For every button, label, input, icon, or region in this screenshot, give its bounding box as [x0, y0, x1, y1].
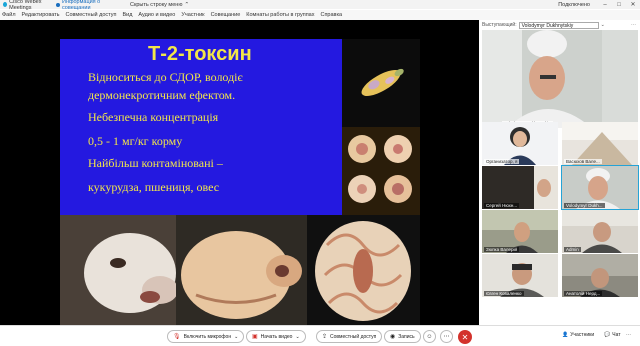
slide-title: Т-2-токсин: [148, 43, 252, 65]
pig-lesion-photo: [176, 215, 307, 328]
mic-muted-icon: 🎙: [173, 334, 181, 340]
start-video-label: Начать видео: [260, 333, 293, 340]
more-icon: ⋯: [443, 334, 450, 340]
meeting-info-label: Информация о совещании: [61, 0, 101, 11]
more-options-button[interactable]: ⋯: [440, 330, 453, 343]
info-icon: [56, 2, 60, 7]
participant-tile[interactable]: Сергей Нюхн...: [482, 166, 558, 209]
slide-line: 0,5 - 1 мг/кг корму: [88, 134, 183, 148]
app-name: Cisco Webex Meetings: [9, 0, 42, 11]
record-label: Запись: [398, 333, 415, 340]
presentation-slide: Т-2-токсин Відноситься до СДОР, володіє …: [60, 39, 420, 328]
participant-name: Васюхов Вале...: [564, 159, 602, 164]
slide-line: Небезпечна концентрація: [88, 110, 219, 124]
participants-button[interactable]: 👤 Участники: [562, 332, 594, 338]
participant-name: Admin: [564, 247, 581, 252]
participant-name: Євген Коваленко: [484, 291, 524, 296]
video-off-icon: ▣: [252, 334, 258, 340]
participant-name: Организатор, я: [484, 159, 520, 164]
participant-tile[interactable]: Организатор, я: [482, 122, 558, 165]
webex-logo-icon: [3, 2, 8, 7]
chevron-up-icon: ⌃: [184, 1, 190, 8]
chevron-down-icon: ⌄: [234, 333, 239, 340]
active-speaker-bar: Выступающий: Volodymyr Dukhnytskiy ⌄ ⋯: [482, 21, 638, 29]
menu-breakout[interactable]: Комнаты работы в группах: [246, 12, 314, 18]
slide-line: Найбільш контаміновані –: [88, 156, 223, 170]
participant-name: Сергей Нюхн...: [484, 203, 520, 208]
share-icon: ⇪: [322, 334, 328, 340]
meeting-controls-bar: 🎙 Включить микрофон ⌄ ▣ Начать видео ⌄ ⇪…: [0, 325, 640, 346]
corn-photo: [342, 39, 420, 127]
chat-button[interactable]: 💬 Чат: [604, 332, 621, 338]
more-options-icon[interactable]: ⋯: [631, 22, 636, 28]
chevron-down-icon: ⌄: [295, 333, 300, 340]
participant-tile[interactable]: Зюпка Валерій: [482, 210, 558, 253]
share-label: Совместный доступ: [330, 333, 377, 340]
participant-name: Volodymyr Dukh...: [564, 203, 605, 208]
intestine-photo: [307, 215, 420, 328]
chevron-down-icon: ⌄: [600, 22, 605, 28]
connection-status: Подключено: [558, 1, 590, 8]
slide-line: Відноситься до СДОР, володіє: [88, 70, 243, 84]
menu-bar: Файл Редактировать Совместный доступ Вид…: [0, 10, 640, 20]
menu-edit[interactable]: Редактировать: [22, 12, 60, 18]
pig-snout-photo: [60, 215, 176, 328]
active-speaker-dropdown[interactable]: Volodymyr Dukhnytskiy: [518, 21, 599, 29]
participants-label: Участники: [570, 332, 595, 338]
hide-menu-bar-button[interactable]: Скрыть строку меню ⌃: [130, 2, 189, 8]
participant-tile[interactable]: Васюхов Вале...: [562, 122, 638, 165]
participant-tile[interactable]: Євген Коваленко: [482, 254, 558, 297]
participants-icon: 👤: [562, 332, 569, 338]
participant-name: Анатолій Нерд...: [564, 291, 603, 296]
active-speaker-video: Volodymyr Dukhnytskiy: [482, 30, 638, 128]
menu-audio-video[interactable]: Аудио и видео: [138, 12, 175, 18]
start-video-button[interactable]: ▣ Начать видео ⌄: [246, 330, 306, 343]
participant-tile[interactable]: Admin: [562, 210, 638, 253]
app-title: Cisco Webex Meetings: [0, 0, 56, 11]
title-bar: Cisco Webex Meetings Информация о совеща…: [0, 0, 640, 11]
minimize-button[interactable]: –: [598, 2, 612, 8]
reactions-button[interactable]: ☺: [423, 330, 436, 343]
unmute-label: Включить микрофон: [183, 333, 232, 340]
participants-video-panel: Выступающий: Volodymyr Dukhnytskiy ⌄ ⋯ V…: [480, 20, 640, 325]
slide-line: дермонекротичним ефектом.: [88, 88, 236, 102]
chat-icon: 💬: [604, 332, 611, 338]
maximize-button[interactable]: □: [612, 2, 626, 8]
menu-view[interactable]: Вид: [122, 12, 132, 18]
unmute-button[interactable]: 🎙 Включить микрофон ⌄: [167, 330, 245, 343]
more-icon: ⋯: [626, 332, 631, 338]
participant-tile-active[interactable]: Volodymyr Dukh...: [561, 165, 639, 210]
menu-file[interactable]: Файл: [2, 12, 16, 18]
slide-text-panel: Т-2-токсин Відноситься до СДОР, володіє …: [60, 39, 342, 215]
menu-share[interactable]: Совместный доступ: [66, 12, 117, 18]
end-call-button[interactable]: ✕: [458, 330, 472, 344]
end-call-icon: ✕: [461, 332, 469, 342]
more-panels-button[interactable]: ⋯: [626, 332, 631, 338]
menu-meeting[interactable]: Совещание: [211, 12, 241, 18]
participant-name: Зюпка Валерій: [484, 247, 519, 252]
record-button[interactable]: ◉ Запись: [384, 330, 421, 343]
share-button[interactable]: ⇪ Совместный доступ: [316, 330, 383, 343]
menu-participant[interactable]: Участник: [181, 12, 204, 18]
menu-help[interactable]: Справка: [320, 12, 342, 18]
smile-icon: ☺: [426, 333, 433, 340]
participant-tile[interactable]: Анатолій Нерд...: [562, 254, 638, 297]
window-controls: Подключено – □ ✕: [558, 0, 640, 9]
record-icon: ◉: [390, 334, 396, 340]
shared-content-area: Т-2-токсин Відноситься до СДОР, володіє …: [0, 20, 479, 328]
hide-menu-label: Скрыть строку меню: [130, 1, 183, 8]
chat-label: Чат: [612, 332, 621, 338]
close-button[interactable]: ✕: [626, 1, 640, 8]
meeting-info-button[interactable]: Информация о совещании: [56, 0, 130, 11]
slide-line: кукурудза, пшениця, овес: [88, 180, 220, 194]
petri-dish-photo: [342, 127, 420, 215]
active-speaker-label: Выступающий:: [482, 22, 517, 28]
